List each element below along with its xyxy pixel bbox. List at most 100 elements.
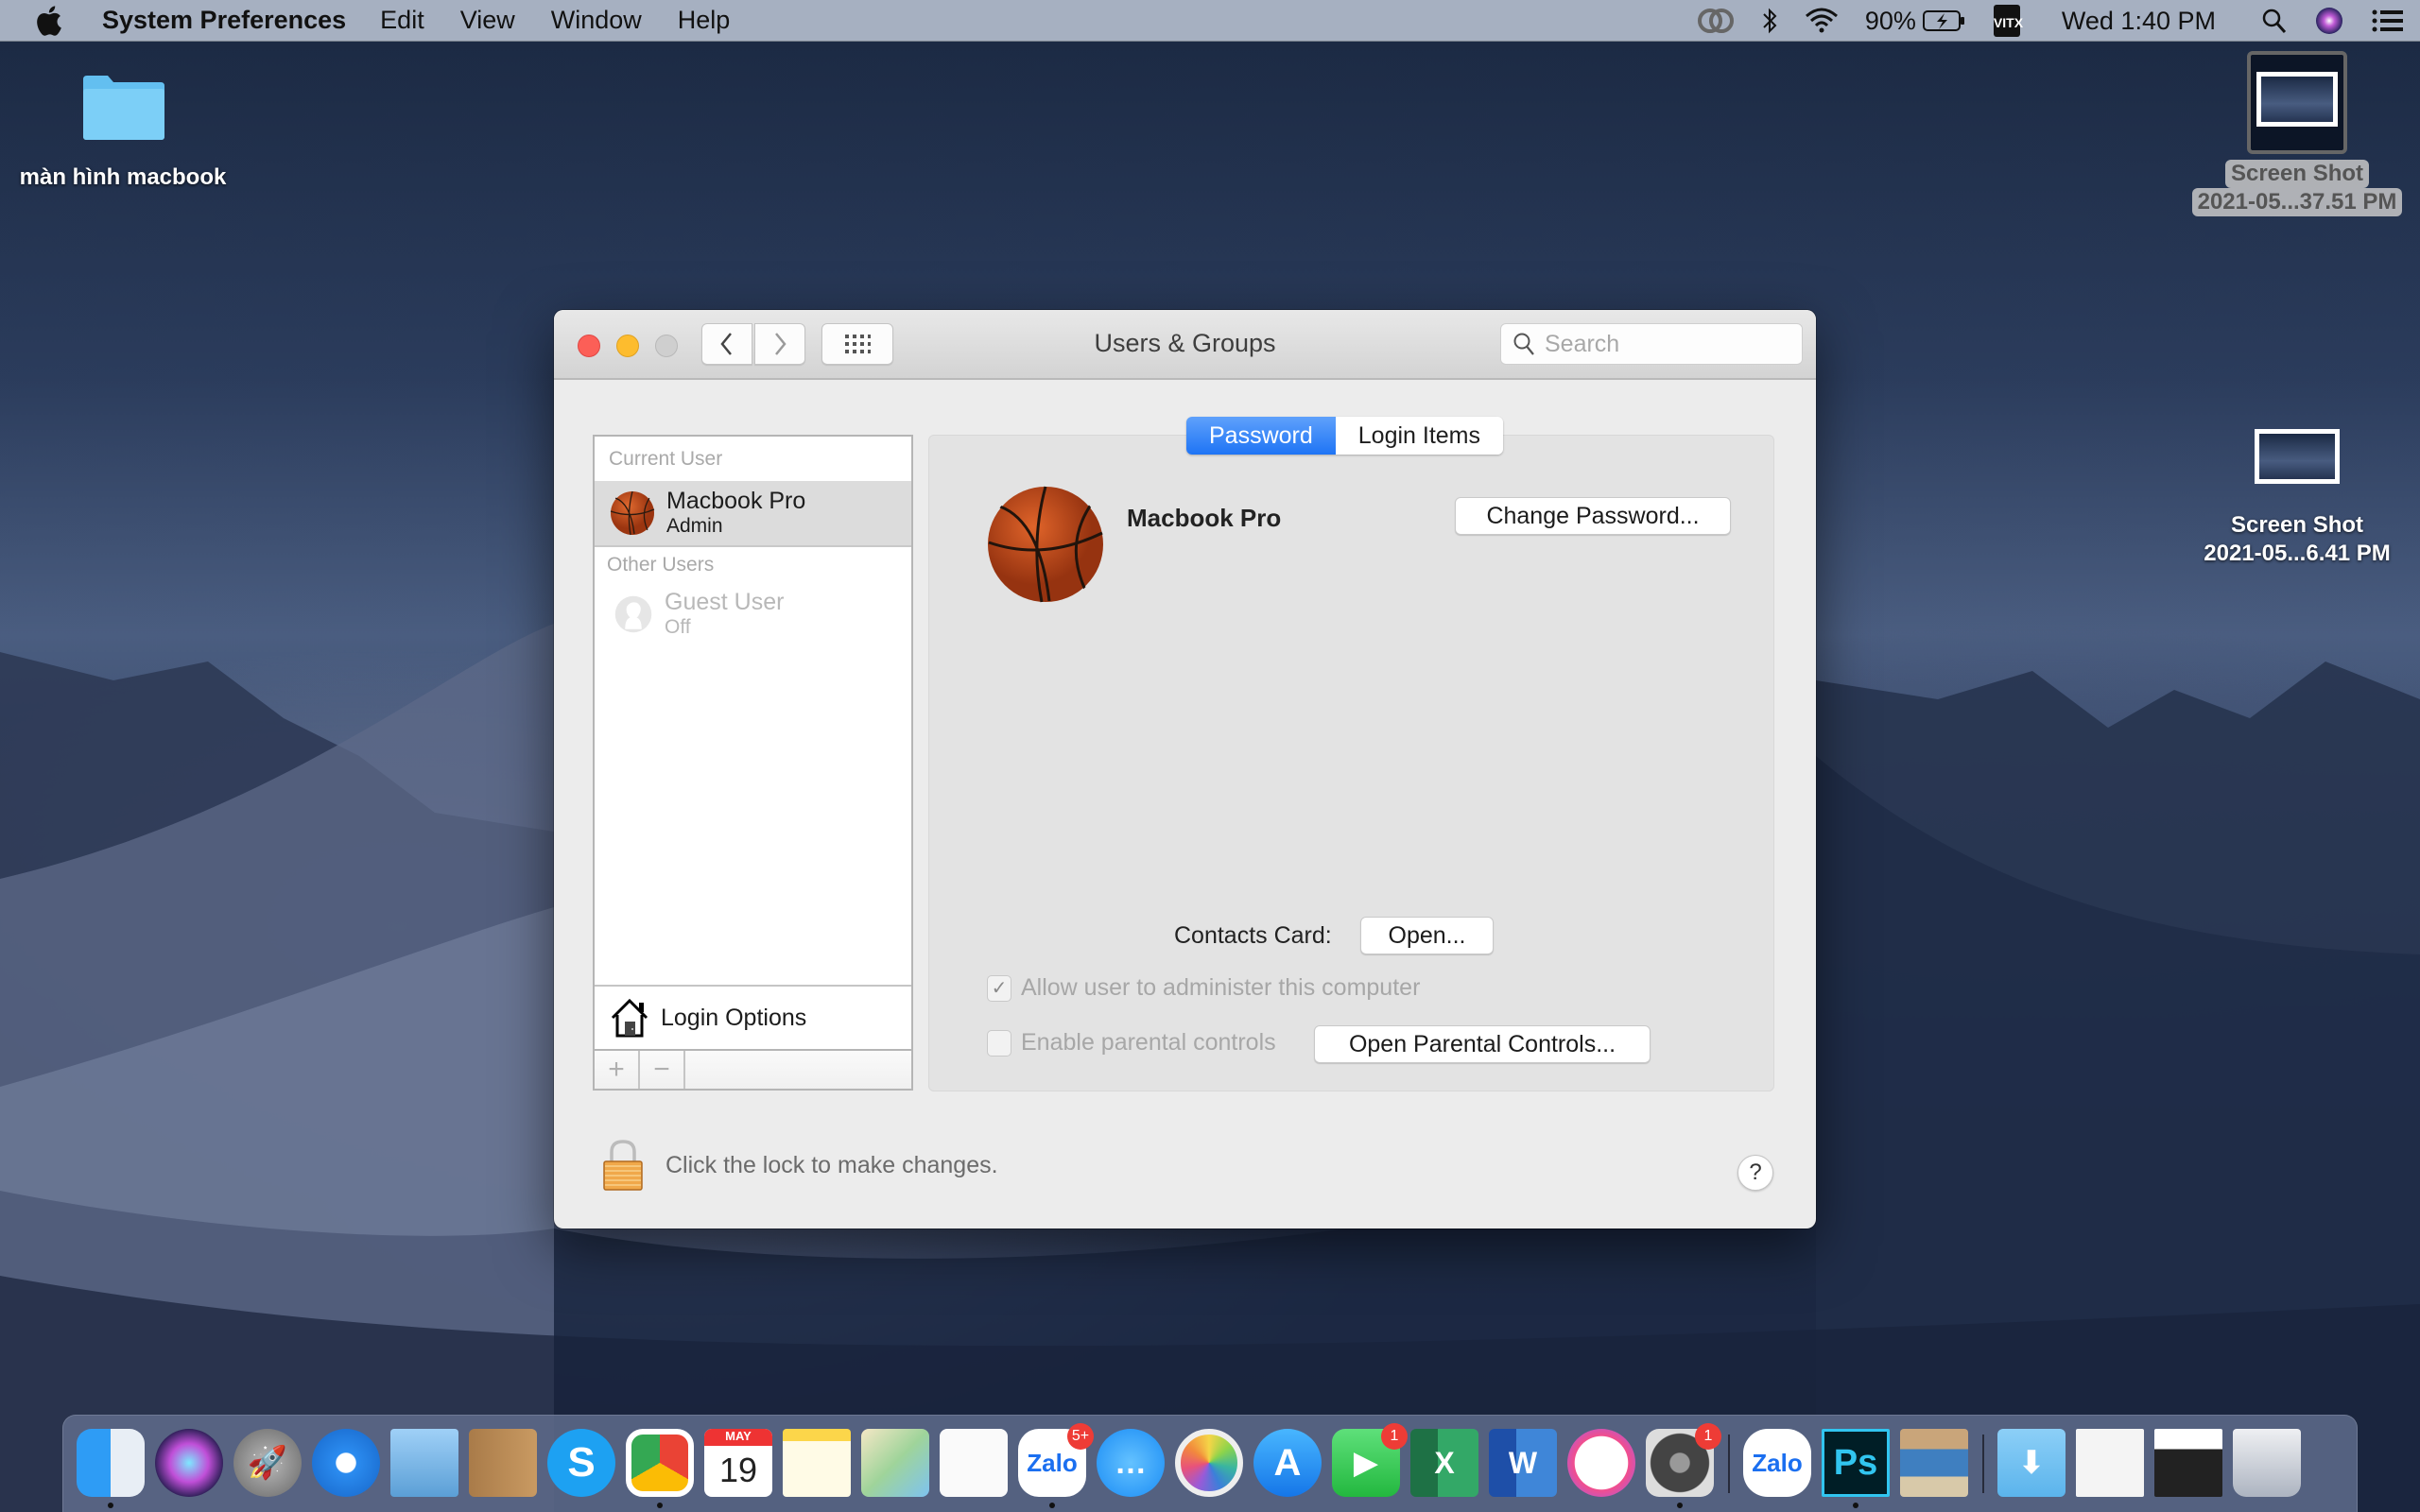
menu-bar: System Preferences Edit View Window Help…: [0, 0, 2420, 42]
user-picture-basketball-icon[interactable]: [987, 486, 1104, 603]
menu-clock[interactable]: Wed 1:40 PM: [2062, 7, 2216, 36]
menu-help[interactable]: Help: [678, 6, 731, 35]
help-button[interactable]: ?: [1737, 1155, 1773, 1191]
desktop-screenshot-1[interactable]: Screen Shot 2021-05...37.51 PM: [2179, 51, 2415, 216]
dock-chrome-window-icon[interactable]: [2154, 1429, 2222, 1497]
dock-finder-icon[interactable]: [77, 1429, 145, 1497]
search-field[interactable]: Search: [1500, 323, 1803, 365]
bluetooth-icon[interactable]: [1761, 7, 1778, 35]
dock-notes-icon[interactable]: [783, 1429, 851, 1497]
dock-microsoft-excel-icon[interactable]: X: [1410, 1429, 1478, 1497]
notification-badge: 5+: [1067, 1423, 1094, 1450]
running-indicator: [657, 1503, 663, 1508]
dock-safari-icon[interactable]: [312, 1429, 380, 1497]
menu-window[interactable]: Window: [551, 6, 642, 35]
battery-percent[interactable]: 90%: [1865, 7, 1916, 36]
basketball-avatar-icon: [610, 490, 655, 536]
tab-bar: Password Login Items: [1186, 417, 1504, 455]
dock-icon-text: Ps: [1833, 1442, 1878, 1483]
siri-icon[interactable]: [2314, 6, 2344, 36]
dock-siri-icon[interactable]: [155, 1429, 223, 1497]
allow-admin-label: Allow user to administer this computer: [1021, 974, 1421, 1001]
dock-maps-icon[interactable]: [861, 1429, 929, 1497]
tab-login-items[interactable]: Login Items: [1335, 417, 1504, 455]
guest-user-status: Off: [665, 616, 691, 638]
dock-calendar-icon[interactable]: MAY 19: [704, 1429, 772, 1497]
running-indicator: [108, 1503, 113, 1508]
dock-trash-icon[interactable]: [2233, 1429, 2301, 1497]
lock-status-text: Click the lock to make changes.: [666, 1151, 998, 1178]
add-user-button[interactable]: +: [595, 1051, 640, 1089]
login-options-button[interactable]: Login Options: [595, 985, 911, 1051]
battery-charging-icon[interactable]: [1922, 8, 1967, 34]
other-users-header: Other Users: [607, 554, 715, 576]
house-icon: [611, 998, 648, 1038]
user-full-name: Macbook Pro: [1127, 504, 1282, 532]
dock-app-store-icon[interactable]: A: [1253, 1429, 1322, 1497]
search-icon: [1513, 333, 1534, 355]
lock-icon[interactable]: [601, 1139, 645, 1192]
desktop-screenshot-1-date: 2021-05...37.51 PM: [2191, 188, 2403, 216]
allow-admin-checkbox[interactable]: ✓: [987, 974, 1011, 1002]
remove-user-button[interactable]: −: [640, 1051, 685, 1089]
allow-admin-row: ✓ Allow user to administer this computer: [987, 974, 1420, 1002]
notification-center-icon[interactable]: [2371, 8, 2405, 34]
dock-launchpad-icon[interactable]: 🚀: [233, 1429, 302, 1497]
desktop-screenshot-2[interactable]: Screen Shot 2021-05...6.41 PM: [2179, 429, 2415, 568]
desktop-screenshot-2-name: Screen Shot: [2230, 512, 2364, 538]
users-groups-window: Users & Groups Search Current User Macbo…: [554, 310, 1816, 1228]
dock-skype-icon[interactable]: S: [547, 1429, 615, 1497]
parental-controls-checkbox[interactable]: [987, 1029, 1011, 1057]
desktop-folder-label: màn hình macbook: [19, 164, 227, 190]
dock-mail-icon[interactable]: [390, 1429, 458, 1497]
open-parental-controls-button[interactable]: Open Parental Controls...: [1314, 1025, 1651, 1063]
running-indicator: [1049, 1503, 1055, 1508]
dock-google-chrome-icon[interactable]: [626, 1429, 694, 1497]
dock-microsoft-word-icon[interactable]: W: [1489, 1429, 1557, 1497]
dock-downloads-icon[interactable]: ⬇: [1997, 1429, 2066, 1497]
parental-controls-row: Enable parental controls: [987, 1029, 1276, 1057]
dock-icon-text: X: [1434, 1445, 1455, 1480]
dock-facetime-icon[interactable]: ▶ 1: [1332, 1423, 1408, 1497]
dock-photos-icon[interactable]: [1175, 1429, 1243, 1497]
screenshot-thumbnail: [2256, 72, 2338, 127]
dock: 🚀 S MAY 19 Zalo 5+… A ▶ 1 X W ♫ 1 Zalo Ps ⬇: [62, 1415, 2358, 1512]
notification-badge: 1: [1381, 1423, 1408, 1450]
dock-messages-icon[interactable]: …: [1097, 1429, 1165, 1497]
desktop-screenshot-1-name: Screen Shot: [2224, 160, 2370, 188]
input-method-icon[interactable]: VI TX: [1993, 5, 2023, 37]
dock-separator: [1728, 1435, 1730, 1493]
apple-menu-icon[interactable]: [36, 5, 70, 36]
open-contacts-card-button[interactable]: Open...: [1360, 917, 1494, 954]
menu-edit[interactable]: Edit: [380, 6, 424, 35]
desktop-folder[interactable]: màn hình macbook: [9, 74, 236, 192]
title-bar[interactable]: Users & Groups Search: [554, 310, 1816, 380]
dock-system-preferences-icon[interactable]: 1: [1646, 1423, 1721, 1497]
menu-app-name[interactable]: System Preferences: [102, 6, 346, 35]
tab-password[interactable]: Password: [1186, 417, 1336, 455]
dock-preview-icon[interactable]: [1900, 1429, 1968, 1497]
dock-icon-text: Zalo: [1027, 1448, 1078, 1477]
dock-zalo-icon[interactable]: Zalo: [1743, 1429, 1811, 1497]
dock-zalo-icon[interactable]: Zalo 5+: [1018, 1423, 1094, 1497]
search-placeholder: Search: [1545, 330, 1620, 357]
user-row-macbook-pro[interactable]: Macbook Pro Admin: [595, 481, 911, 545]
dock-reminders-icon[interactable]: [940, 1429, 1008, 1497]
change-password-button[interactable]: Change Password...: [1455, 497, 1731, 535]
dock-icon-text: W: [1508, 1445, 1538, 1480]
dock-adobe-photoshop-icon[interactable]: Ps: [1822, 1429, 1890, 1497]
notification-badge: 1: [1695, 1423, 1721, 1450]
wifi-icon[interactable]: [1805, 7, 1839, 35]
user-row-guest[interactable]: Guest User Off: [595, 582, 911, 646]
desktop-screenshot-2-date: 2021-05...6.41 PM: [2204, 541, 2391, 566]
folder-icon: [83, 76, 164, 140]
dock-contacts-icon[interactable]: [469, 1429, 537, 1497]
dock-separator: [1982, 1435, 1984, 1493]
spotlight-search-icon[interactable]: [2261, 7, 2288, 35]
running-indicator: [1677, 1503, 1683, 1508]
menu-view[interactable]: View: [460, 6, 515, 35]
users-list: Current User Macbook Pro Admin Other Use…: [593, 435, 913, 1091]
dock-itunes-icon[interactable]: ♫: [1567, 1429, 1635, 1497]
dock-finder-window-icon[interactable]: [2076, 1429, 2144, 1497]
creative-cloud-icon[interactable]: [1697, 7, 1735, 35]
